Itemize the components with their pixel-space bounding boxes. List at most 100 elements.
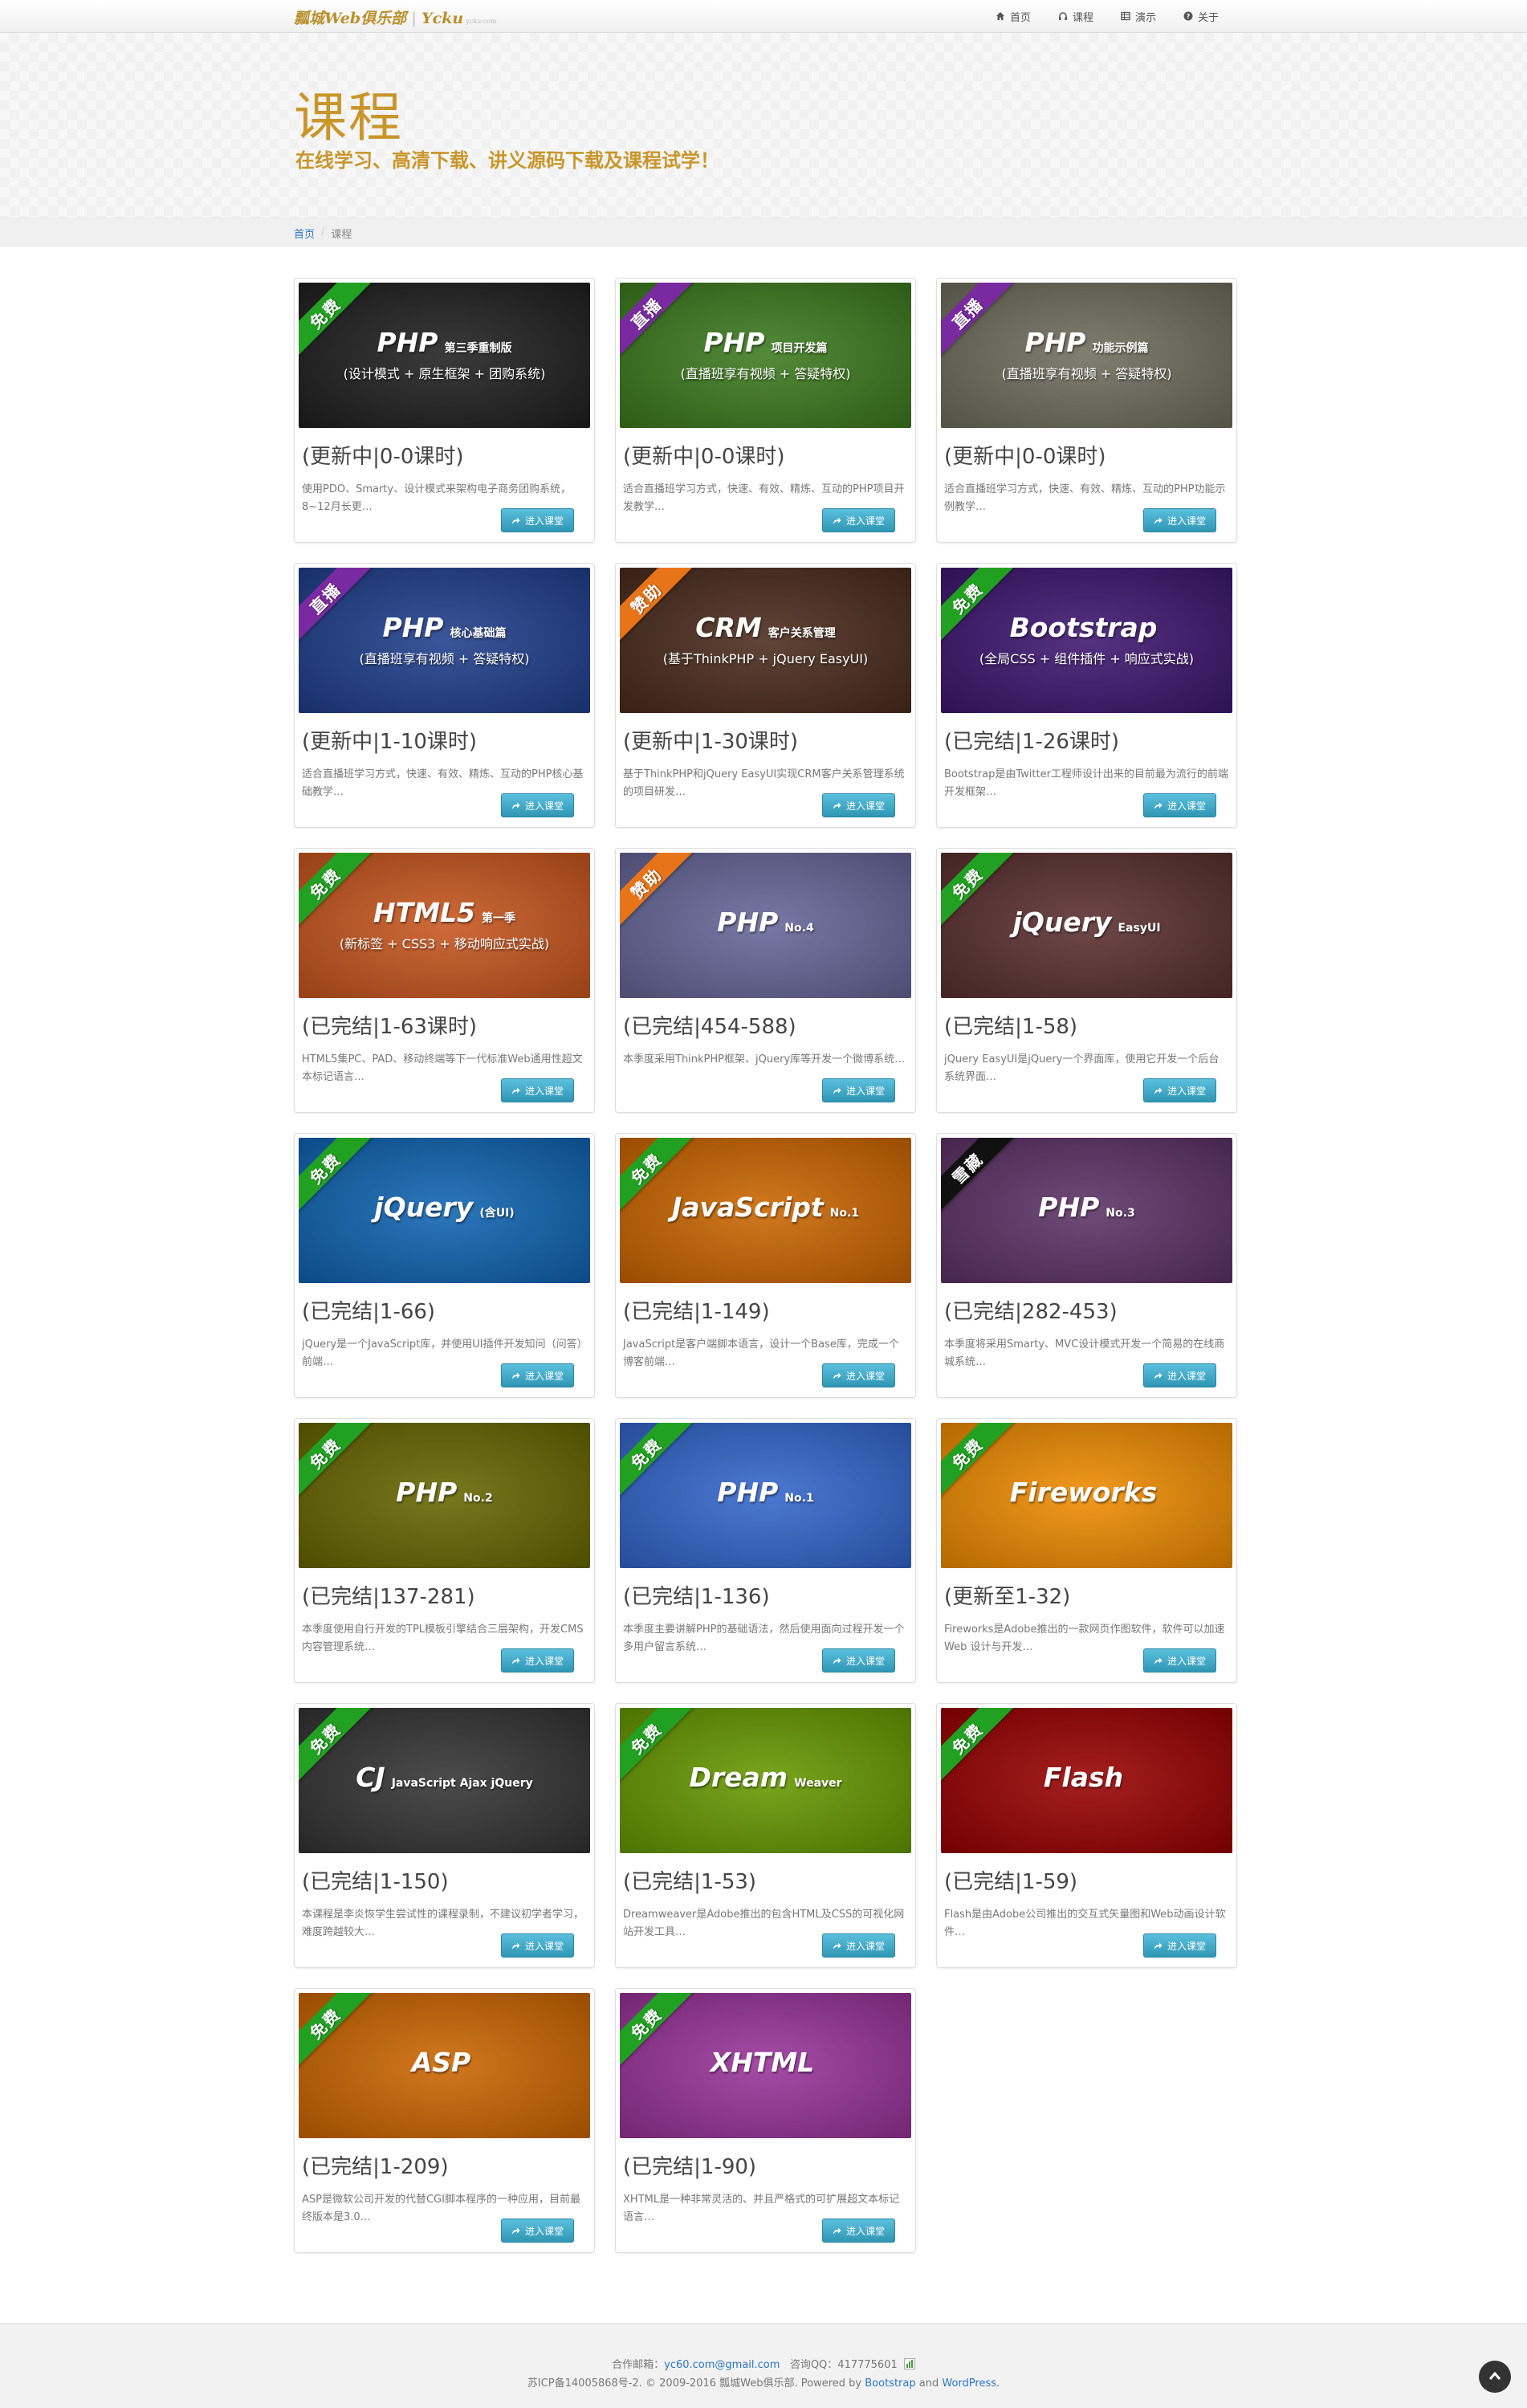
brand-logo[interactable]: 瓢城Web俱乐部 | Ycku ycku.com — [294, 6, 497, 28]
enter-classroom-button[interactable]: 进入课堂 — [1142, 793, 1216, 817]
nav-item-home[interactable]: 首页 — [996, 9, 1031, 24]
footer-bootstrap-link[interactable]: Bootstrap — [865, 2377, 915, 2390]
course-status: (已完结|1-136) — [623, 1585, 770, 1609]
course-thumbnail[interactable]: PHP 第三季重制版 (设计模式 + 原生框架 + 团购系统) 免费 — [299, 283, 590, 428]
course-thumbnail[interactable]: PHP 功能示例篇 (直播班享有视频 + 答疑特权) 直播 — [941, 283, 1232, 428]
enter-classroom-button[interactable]: 进入课堂 — [821, 1078, 895, 1102]
banner-main-title: Dream — [689, 1762, 788, 1794]
course-thumbnail[interactable]: HTML5 第一季 (新标签 + CSS3 + 移动响应式实战) 免费 — [299, 853, 590, 998]
course-status: (已完结|1-149) — [623, 1300, 770, 1324]
top-navbar: 瓢城Web俱乐部 | Ycku ycku.com 首页 课程 演示 ? 关于 — [0, 0, 1527, 33]
enter-classroom-button[interactable]: 进入课堂 — [500, 1933, 574, 1958]
enter-classroom-button[interactable]: 进入课堂 — [821, 1933, 895, 1958]
course-banner: ASP — [299, 1993, 590, 2138]
enter-classroom-button[interactable]: 进入课堂 — [500, 1363, 574, 1387]
enter-classroom-label: 进入课堂 — [524, 515, 564, 527]
enter-classroom-label: 进入课堂 — [524, 1655, 564, 1667]
share-arrow-icon — [511, 2227, 520, 2235]
breadcrumb-home-link[interactable]: 首页 — [294, 226, 315, 241]
course-card: Dream Weaver 免费 (已完结|1-53) Dreamweaver是A… — [615, 1703, 916, 1968]
banner-main-title: PHP — [717, 907, 779, 939]
course-thumbnail[interactable]: XHTML 免费 — [620, 1993, 911, 2138]
enter-classroom-button[interactable]: 进入课堂 — [821, 1363, 895, 1387]
enter-classroom-button[interactable]: 进入课堂 — [500, 2219, 574, 2243]
enter-classroom-label: 进入课堂 — [524, 1085, 564, 1097]
course-thumbnail[interactable]: PHP 项目开发篇 (直播班享有视频 + 答疑特权) 直播 — [620, 283, 911, 428]
course-card: JavaScript No.1 免费 (已完结|1-149) JavaScrip… — [615, 1133, 916, 1398]
course-status: (已完结|137-281) — [302, 1585, 475, 1609]
course-thumbnail[interactable]: PHP No.1 免费 — [620, 1423, 911, 1568]
course-status: (更新中|1-10课时) — [302, 730, 478, 754]
footer-wordpress-link[interactable]: WordPress. — [942, 2377, 1000, 2390]
enter-classroom-button[interactable]: 进入课堂 — [821, 508, 895, 532]
enter-classroom-label: 进入课堂 — [524, 800, 564, 812]
enter-classroom-button[interactable]: 进入课堂 — [1142, 1648, 1216, 1673]
banner-main-title: PHP — [1038, 1192, 1100, 1224]
banner-subtitle: (设计模式 + 原生框架 + 团购系统) — [343, 365, 546, 381]
stats-icon[interactable] — [903, 2358, 915, 2369]
course-thumbnail[interactable]: jQuery EasyUI 免费 — [941, 853, 1232, 998]
course-card: Fireworks 免费 (更新至1-32) Fireworks是Adobe推出… — [936, 1418, 1237, 1683]
enter-classroom-button[interactable]: 进入课堂 — [500, 1078, 574, 1102]
course-thumbnail[interactable]: Bootstrap (全局CSS + 组件插件 + 响应式实战) 免费 — [941, 568, 1232, 713]
banner-main-title: CJ — [356, 1762, 385, 1794]
enter-classroom-button[interactable]: 进入课堂 — [500, 1648, 574, 1673]
course-thumbnail[interactable]: PHP 核心基础篇 (直播班享有视频 + 答疑特权) 直播 — [299, 568, 590, 713]
course-thumbnail[interactable]: CRM 客户关系管理 (基于ThinkPHP + jQuery EasyUI) … — [620, 568, 911, 713]
course-status: (已完结|1-26课时) — [944, 730, 1120, 754]
enter-classroom-label: 进入课堂 — [845, 515, 885, 527]
course-thumbnail[interactable]: Fireworks 免费 — [941, 1423, 1232, 1568]
banner-main-title: Flash — [1043, 1762, 1124, 1794]
share-arrow-icon — [833, 802, 841, 809]
course-status: (已完结|1-59) — [944, 1870, 1078, 1894]
course-card: Flash 免费 (已完结|1-59) Flash是由Adobe公司推出的交互式… — [936, 1703, 1237, 1968]
banner-title-row: PHP No.3 — [1038, 1192, 1134, 1224]
enter-classroom-button[interactable]: 进入课堂 — [1142, 508, 1216, 532]
course-thumbnail[interactable]: PHP No.2 免费 — [299, 1423, 590, 1568]
course-thumbnail[interactable]: ASP 免费 — [299, 1993, 590, 2138]
course-banner: XHTML — [620, 1993, 911, 2138]
course-thumbnail[interactable]: jQuery (含UI) 免费 — [299, 1138, 590, 1283]
back-to-top-button[interactable] — [1479, 2361, 1511, 2393]
nav-item-about[interactable]: ? 关于 — [1183, 9, 1219, 24]
enter-classroom-label: 进入课堂 — [1167, 1085, 1206, 1097]
enter-classroom-button[interactable]: 进入课堂 — [821, 793, 895, 817]
page-hero: 课程 在线学习、高清下载、讲义源码下载及课程试学！ — [0, 33, 1527, 218]
enter-classroom-button[interactable]: 进入课堂 — [1142, 1078, 1216, 1102]
course-card: PHP No.3 雪藏 (已完结|282-453) 本季度将采用Smarty、M… — [936, 1133, 1237, 1398]
course-thumbnail[interactable]: JavaScript No.1 免费 — [620, 1138, 911, 1283]
course-banner: Fireworks — [941, 1423, 1232, 1568]
enter-classroom-label: 进入课堂 — [845, 800, 885, 812]
banner-main-title: jQuery — [374, 1192, 474, 1224]
share-arrow-icon — [1154, 802, 1163, 809]
nav-item-demo[interactable]: 演示 — [1121, 9, 1156, 24]
enter-classroom-label: 进入课堂 — [524, 1370, 564, 1382]
enter-classroom-button[interactable]: 进入课堂 — [821, 2219, 895, 2243]
course-thumbnail[interactable]: Dream Weaver 免费 — [620, 1708, 911, 1853]
enter-classroom-label: 进入课堂 — [1167, 1655, 1206, 1667]
share-arrow-icon — [511, 1657, 520, 1664]
enter-classroom-button[interactable]: 进入课堂 — [500, 793, 574, 817]
course-thumbnail[interactable]: Flash 免费 — [941, 1708, 1232, 1853]
banner-title-row: CJ JavaScript Ajax jQuery — [356, 1762, 533, 1794]
course-card: PHP No.2 免费 (已完结|137-281) 本季度使用自行开发的TPL模… — [294, 1418, 595, 1683]
course-banner: PHP No.2 — [299, 1423, 590, 1568]
nav-label: 关于 — [1197, 11, 1219, 24]
footer-mail-link[interactable]: yc60.com@gmail.com — [664, 2359, 780, 2371]
banner-title-row: PHP 核心基础篇 — [383, 613, 507, 643]
course-status: (已完结|1-63课时) — [302, 1015, 478, 1039]
course-thumbnail[interactable]: PHP No.4 赞助 — [620, 853, 911, 998]
banner-side-title: No.4 — [784, 922, 814, 935]
enter-classroom-button[interactable]: 进入课堂 — [1142, 1363, 1216, 1387]
course-thumbnail[interactable]: CJ JavaScript Ajax jQuery 免费 — [299, 1708, 590, 1853]
enter-classroom-label: 进入课堂 — [845, 1085, 885, 1097]
enter-classroom-button[interactable]: 进入课堂 — [500, 508, 574, 532]
enter-classroom-button[interactable]: 进入课堂 — [1142, 1933, 1216, 1958]
course-thumbnail[interactable]: PHP No.3 雪藏 — [941, 1138, 1232, 1283]
nav-label: 演示 — [1134, 11, 1156, 24]
share-arrow-icon — [511, 802, 520, 809]
banner-subtitle: (新标签 + CSS3 + 移动响应式实战) — [339, 935, 550, 951]
nav-item-courses[interactable]: 课程 — [1058, 9, 1093, 24]
enter-classroom-button[interactable]: 进入课堂 — [821, 1648, 895, 1673]
footer-copyright: 苏ICP备14005868号-2. © 2009-2016 瓢城Web俱乐部. … — [0, 2374, 1527, 2390]
